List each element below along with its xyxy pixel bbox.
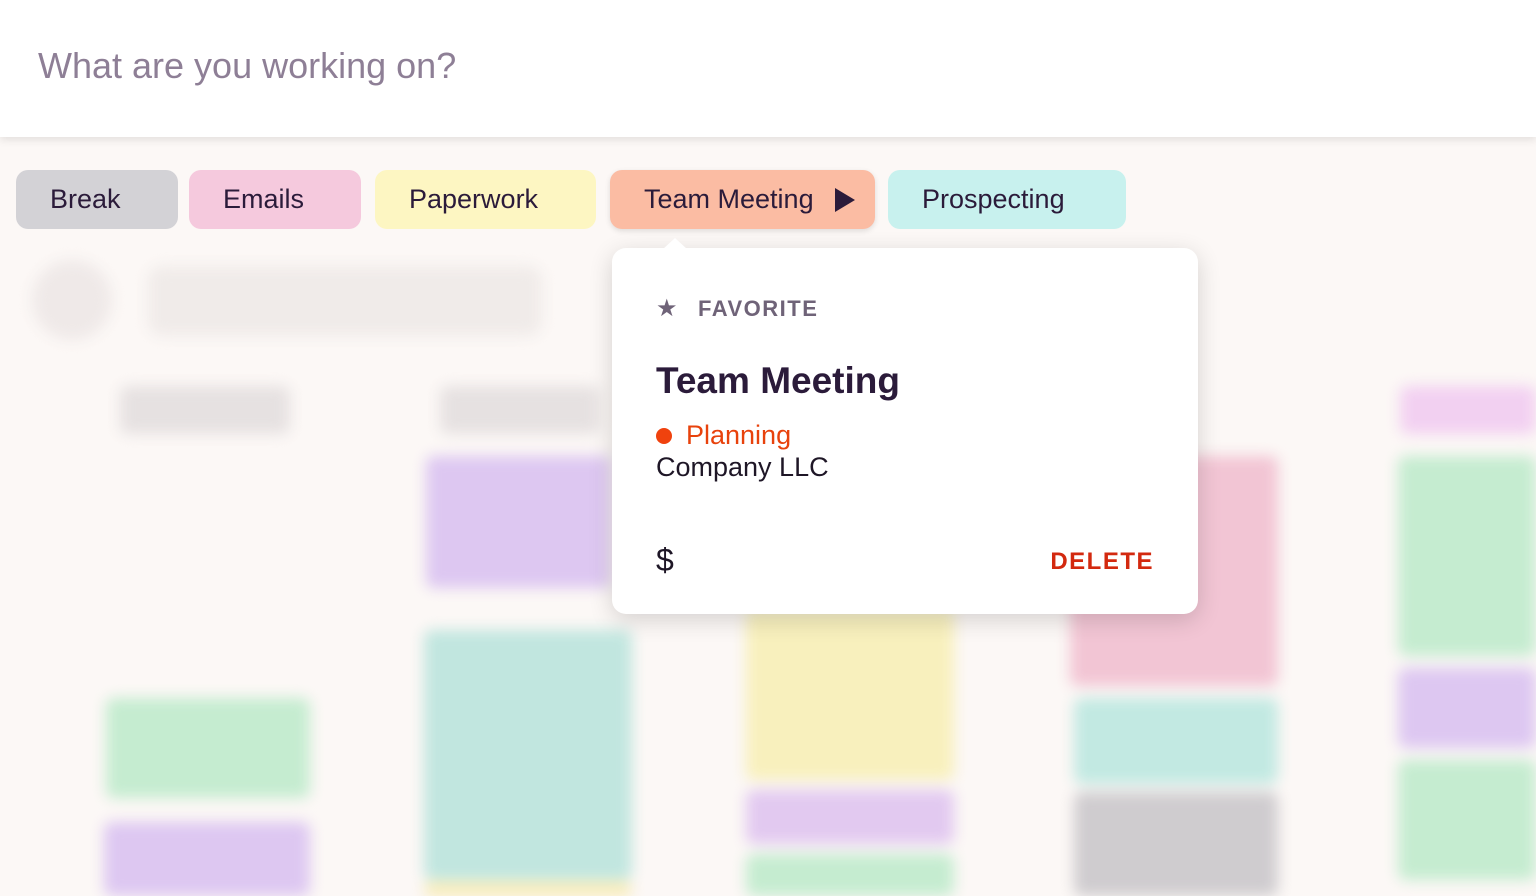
bg-event	[424, 630, 632, 880]
chip-label: Paperwork	[409, 184, 539, 214]
search-input[interactable]	[36, 34, 1140, 98]
chip-label: Emails	[223, 184, 305, 214]
bg-date-22	[440, 386, 600, 434]
bg-event	[1398, 760, 1536, 880]
client-label: Company LLC	[656, 452, 829, 482]
favorite-label: FAVORITE	[698, 295, 819, 321]
bg-event	[746, 790, 954, 844]
bg-date-25	[1400, 386, 1536, 434]
activity-chips: Break Emails Paperwork Team Meeting Pros…	[0, 170, 1536, 230]
bg-event	[426, 456, 610, 588]
chip-break[interactable]: Break	[16, 170, 178, 229]
top-bar	[0, 0, 1536, 137]
project-row: Planning	[656, 420, 791, 451]
bg-event	[106, 698, 310, 798]
bg-event	[1398, 456, 1536, 656]
chip-emails[interactable]: Emails	[189, 170, 361, 229]
popover-title: Team Meeting	[656, 360, 900, 401]
chip-label: Prospecting	[922, 184, 1065, 214]
favorite-toggle[interactable]: ★ FAVORITE	[656, 294, 818, 323]
bg-toolbar	[148, 266, 542, 336]
activity-popover: ★ FAVORITE Team Meeting Planning Company…	[612, 248, 1198, 614]
chip-prospecting[interactable]: Prospecting	[888, 170, 1126, 229]
billable-icon[interactable]: $	[656, 542, 674, 579]
bg-event	[424, 882, 632, 896]
chip-team-meeting[interactable]: Team Meeting	[610, 170, 875, 229]
chip-label: Break	[50, 184, 121, 214]
bg-event	[104, 822, 310, 896]
bg-event	[746, 854, 954, 896]
chip-label: Team Meeting	[644, 184, 814, 214]
bg-event	[1074, 792, 1278, 896]
popover-arrow	[663, 238, 687, 249]
bg-event	[1074, 698, 1278, 784]
bg-event	[746, 610, 954, 780]
play-icon[interactable]	[835, 188, 855, 212]
star-icon: ★	[656, 295, 678, 322]
chip-paperwork[interactable]: Paperwork	[375, 170, 596, 229]
bg-circle	[32, 260, 112, 340]
project-color-dot-icon	[656, 427, 672, 444]
project-label: Planning	[686, 420, 792, 450]
delete-button[interactable]: DELETE	[1050, 548, 1154, 576]
bg-date-21	[120, 386, 290, 434]
bg-event	[1398, 668, 1536, 748]
